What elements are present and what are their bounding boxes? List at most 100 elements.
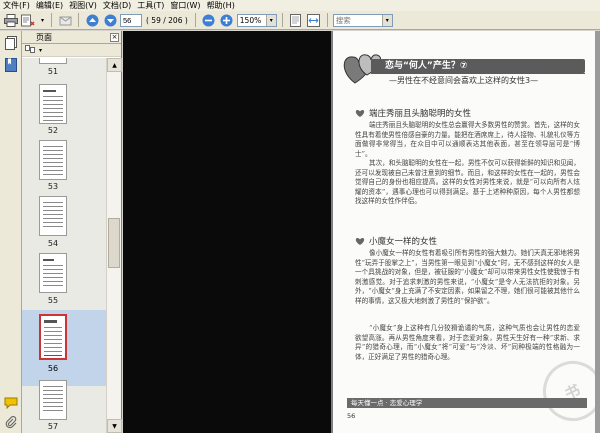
fit-page-button[interactable]	[288, 13, 304, 28]
page-count-label: ( 59 / 206 )	[146, 15, 188, 25]
toolbar-separator	[51, 13, 52, 27]
zoom-out-icon	[202, 14, 215, 26]
thumbnail-label: 57	[47, 422, 59, 431]
attachments-icon	[5, 416, 17, 429]
chevron-up-icon: ▲	[112, 61, 117, 69]
print-icon	[4, 13, 18, 27]
page-left	[123, 31, 331, 433]
bookmarks-icon	[5, 58, 17, 72]
page-number-input[interactable]	[120, 13, 142, 27]
chevron-down-icon: ▾	[39, 46, 43, 54]
chapter-title: 恋与“何人”产生？⑦	[385, 61, 468, 71]
page-right: 恋与“何人”产生？⑦ —男性在不经意间会喜欢上这样的女性3— 端庄秀丽且头脑聪明…	[333, 31, 595, 433]
section-heading: 端庄秀丽且头脑聪明的女性	[355, 107, 471, 119]
menu-edit[interactable]: 编辑(E)	[35, 0, 68, 11]
comments-icon	[4, 397, 18, 409]
thumbnail-page-53[interactable]	[39, 140, 67, 180]
print-button[interactable]	[3, 13, 19, 28]
pages-panel-options[interactable]: ▾	[22, 44, 121, 57]
comments-button[interactable]	[3, 395, 19, 411]
page-number: 56	[347, 412, 356, 420]
toolbar-separator	[78, 13, 79, 27]
hand-icon	[59, 16, 71, 25]
footer-text: 每天懂一点 · 恋爱心理学	[351, 399, 423, 407]
document-scrollbar[interactable]	[595, 31, 600, 433]
heart-bullet-icon	[355, 237, 365, 245]
toolbar: ▾ ( 59 / 206 ) 150% ▾ 搜索 ▾	[0, 11, 600, 30]
zoom-in-icon	[220, 14, 233, 26]
thumbnail-page-52[interactable]	[39, 84, 67, 124]
chevron-down-icon: ▾	[381, 14, 392, 26]
chevron-down-icon: ▼	[112, 422, 117, 430]
thumbnail-page-56[interactable]	[39, 314, 67, 360]
menu-help[interactable]: 帮助(H)	[206, 0, 240, 11]
section1-title: 端庄秀丽且头脑聪明的女性	[369, 109, 472, 119]
email-button[interactable]	[57, 13, 73, 28]
zoom-out-button[interactable]	[201, 13, 217, 28]
divider	[371, 73, 585, 74]
fit-page-icon	[290, 13, 302, 27]
zoom-value: 150%	[239, 15, 262, 25]
thumbnail-label: 53	[47, 182, 59, 191]
section2-title: 小魔女一样的女性	[369, 237, 438, 247]
menu-view[interactable]: 视图(V)	[68, 0, 102, 11]
pages-panel-header: 页面 ×	[22, 31, 121, 44]
document-view[interactable]: 恋与“何人”产生？⑦ —男性在不经意间会喜欢上这样的女性3— 端庄秀丽且头脑聪明…	[123, 31, 600, 433]
paragraph: “小魔女”身上这种有几分狡猾诡谲的气质，这种气质也会让男性的恋爱欲望高涨。再从男…	[355, 324, 580, 361]
search-box[interactable]: 搜索 ▾	[332, 13, 393, 27]
chapter-subtitle: —男性在不经意间会喜欢上这样的女性3—	[389, 76, 539, 85]
attachments-button[interactable]	[3, 415, 19, 431]
thumbnail-scrollbar[interactable]: ▲ ▼	[106, 58, 122, 433]
toolbar-separator	[326, 13, 328, 27]
bookmarks-button[interactable]	[3, 57, 19, 73]
scroll-up-button[interactable]: ▲	[107, 58, 122, 72]
save-icon	[21, 14, 35, 26]
save-button[interactable]	[21, 13, 37, 28]
fit-width-icon	[307, 13, 321, 27]
thumbnail-label: 54	[47, 239, 59, 248]
pages-panel-title: 页面	[36, 32, 52, 42]
menu-document[interactable]: 文档(D)	[102, 0, 136, 11]
thumbnail-page-54[interactable]	[39, 196, 67, 236]
menu-bar: 文件(F) 编辑(E) 视图(V) 文档(D) 工具(T) 窗口(W) 帮助(H…	[0, 0, 600, 11]
save-dropdown[interactable]: ▾	[39, 13, 46, 28]
zoom-select[interactable]: 150% ▾	[236, 13, 277, 27]
scrollbar-thumb[interactable]	[108, 218, 120, 268]
page-spread: 恋与“何人”产生？⑦ —男性在不经意间会喜欢上这样的女性3— 端庄秀丽且头脑聪明…	[123, 31, 600, 433]
paragraph: 端庄秀丽且头脑聪明的女性总会赢得大多数男性的赞赏。首先，这样的女性具有着使男性倍…	[355, 121, 580, 158]
thumbnail-list: 51 52 53 54 55 56 57	[22, 58, 106, 433]
navigation-strip	[0, 31, 22, 433]
paragraph: 其次，和头脑聪明的女性在一起，男性不仅可以获得新鲜的知识和见闻，还可以发现被自己…	[355, 159, 580, 206]
chapter-header: 恋与“何人”产生？⑦ —男性在不经意间会喜欢上这样的女性3—	[341, 47, 587, 89]
thumbnail-page-57[interactable]	[39, 380, 67, 420]
thumbnail-page-51[interactable]	[39, 58, 67, 64]
close-icon[interactable]: ×	[110, 32, 119, 42]
zoom-in-button[interactable]	[219, 13, 235, 28]
watermark-stamp: 书	[533, 351, 595, 431]
thumbnail-page-55[interactable]	[39, 253, 67, 293]
menu-file[interactable]: 文件(F)	[2, 0, 35, 11]
page-down-icon	[104, 14, 116, 26]
search-placeholder: 搜索	[335, 15, 351, 25]
thumbnail-label: 56	[47, 364, 59, 373]
page-up-icon	[86, 14, 98, 26]
scroll-down-button[interactable]: ▼	[107, 419, 122, 433]
options-icon	[25, 45, 35, 53]
chevron-down-icon: ▾	[265, 14, 276, 26]
pages-panel: 页面 × ▾ 51 52 53 54 55 56 57 ▲ ▼	[22, 31, 122, 433]
heart-bullet-icon	[355, 109, 365, 117]
pages-panel-icon	[5, 36, 17, 50]
menu-tools[interactable]: 工具(T)	[136, 0, 169, 11]
toolbar-separator	[281, 13, 283, 27]
toolbar-separator	[194, 13, 196, 27]
chevron-down-icon: ▾	[40, 16, 44, 24]
thumbnail-label: 52	[47, 126, 59, 135]
thumbnail-label: 55	[47, 296, 59, 305]
menu-window[interactable]: 窗口(W)	[169, 0, 205, 11]
fit-width-button[interactable]	[306, 13, 322, 28]
section-heading: 小魔女一样的女性	[355, 235, 437, 247]
paragraph: 像小魔女一样的女性有着吸引所有男性的强大魅力。她们天真无邪地将男性“玩弄于股掌之…	[355, 249, 580, 305]
previous-page-button[interactable]	[84, 13, 100, 28]
pages-panel-button[interactable]	[3, 35, 19, 51]
next-page-button[interactable]	[102, 13, 118, 28]
